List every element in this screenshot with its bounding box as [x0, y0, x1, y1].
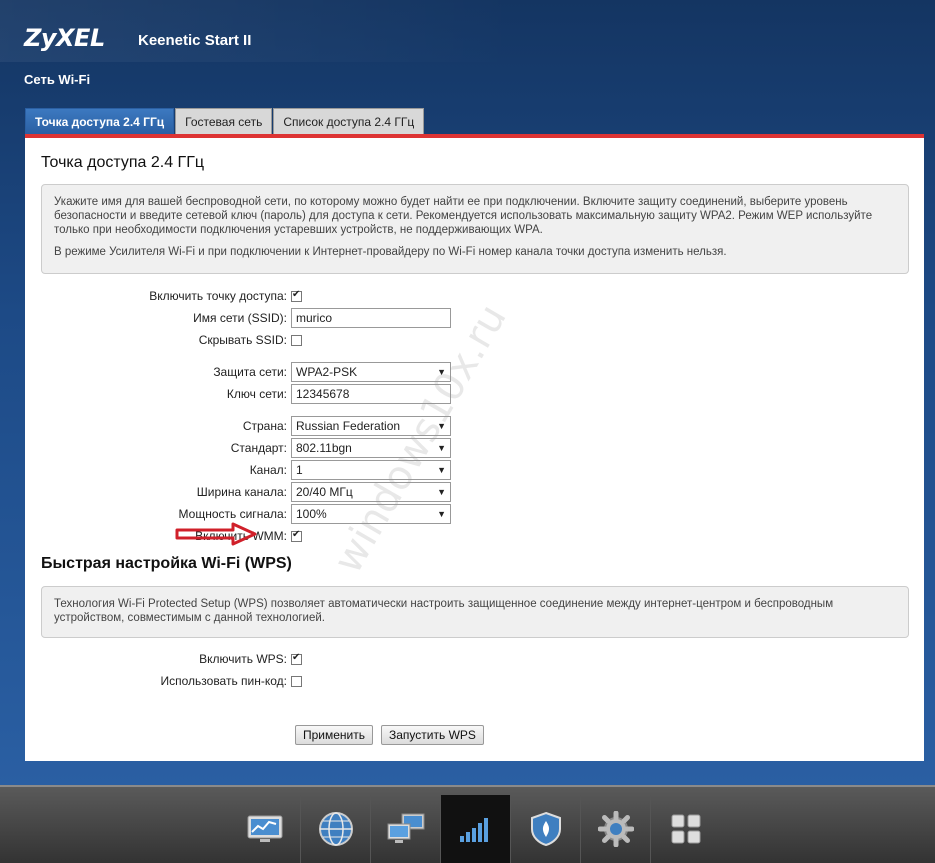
info-box: Укажите имя для вашей беспроводной сети,… [41, 184, 909, 274]
globe-icon [318, 812, 353, 846]
monitor-chart-icon [247, 815, 283, 842]
wps-info-text: Технология Wi-Fi Protected Setup (WPS) п… [54, 598, 834, 624]
row-country: Страна: Russian Federation ▼ [25, 416, 451, 436]
security-label: Защита сети: [213, 365, 287, 379]
panel-title: Точка доступа 2.4 ГГц [41, 154, 205, 171]
channel-value: 1 [296, 463, 303, 477]
enable-ap-label: Включить точку доступа: [149, 289, 287, 303]
key-label: Ключ сети: [226, 387, 287, 401]
row-ssid: Имя сети (SSID): [25, 308, 451, 328]
red-arrow-icon [175, 522, 257, 546]
enable-ap-checkbox[interactable] [291, 289, 302, 302]
channel-width-label: Ширина канала: [196, 485, 287, 499]
info-text-2: В режиме Усилителя Wi-Fi и при подключен… [54, 246, 727, 258]
ssid-label: Имя сети (SSID): [193, 311, 287, 325]
start-wps-button[interactable]: Запустить WPS [381, 725, 484, 745]
info-text-1: Укажите имя для вашей беспроводной сети,… [54, 196, 873, 236]
tab-bar: Точка доступа 2.4 ГГц Гостевая сеть Спис… [25, 108, 425, 134]
settings-panel: Точка доступа 2.4 ГГц Укажите имя для ва… [25, 138, 924, 761]
nav-system[interactable] [580, 795, 650, 863]
nav-wifi[interactable] [440, 795, 510, 863]
channel-label: Канал: [249, 463, 287, 477]
standard-label: Стандарт: [230, 441, 287, 455]
shield-icon [530, 811, 561, 847]
wps-title: Быстрая настройка Wi-Fi (WPS) [41, 555, 292, 572]
tab-guest-network[interactable]: Гостевая сеть [175, 108, 273, 134]
model-name: Keenetic Start II [138, 32, 252, 49]
pin-code-checkbox[interactable] [291, 675, 302, 687]
nav-security[interactable] [510, 795, 580, 863]
country-label: Страна: [242, 419, 287, 433]
signal-power-label: Мощность сигнала: [178, 507, 287, 521]
standard-value: 802.11bgn [296, 441, 352, 455]
brand-logo: ZyXEL [24, 24, 105, 52]
nav-monitor[interactable] [230, 795, 300, 863]
ssid-input[interactable] [291, 308, 451, 328]
bottom-nav-bar [0, 785, 935, 863]
wps-info-box: Технология Wi-Fi Protected Setup (WPS) п… [41, 586, 909, 638]
wifi-signal-bars-icon [459, 818, 488, 842]
nav-home-network[interactable] [370, 795, 440, 863]
channel-width-value: 20/40 МГц [296, 485, 353, 499]
network-computers-icon [387, 813, 424, 843]
row-hide-ssid: Скрывать SSID: [25, 330, 302, 350]
security-value: WPA2-PSK [296, 365, 358, 379]
dropdown-arrow-icon: ▼ [437, 465, 446, 475]
section-title: Сеть Wi-Fi [24, 72, 91, 87]
row-enable-wps: Включить WPS: [25, 649, 302, 669]
row-security: Защита сети: WPA2-PSK ▼ [25, 362, 451, 382]
row-network-key: Ключ сети: [25, 384, 451, 404]
hide-ssid-checkbox[interactable] [291, 334, 302, 346]
hide-ssid-label: Скрывать SSID: [198, 333, 287, 347]
dropdown-arrow-icon: ▼ [437, 509, 446, 519]
dropdown-arrow-icon: ▼ [437, 487, 446, 497]
tab-access-list-24[interactable]: Список доступа 2.4 ГГц [273, 108, 425, 134]
country-value: Russian Federation [296, 419, 401, 433]
row-wmm: Включить WMM: [25, 526, 302, 546]
grid-apps-icon [671, 814, 700, 844]
apply-button[interactable]: Применить [295, 725, 374, 745]
signal-power-value: 100% [296, 507, 327, 521]
enable-wps-checkbox[interactable] [291, 652, 302, 665]
tab-access-point-24[interactable]: Точка доступа 2.4 ГГц [25, 108, 175, 134]
row-enable-ap: Включить точку доступа: [25, 286, 302, 306]
gear-icon [597, 811, 634, 847]
pin-code-label: Использовать пин-код: [160, 674, 287, 688]
row-pin-code: Использовать пин-код: [25, 671, 302, 691]
nav-internet[interactable] [300, 795, 370, 863]
nav-apps[interactable] [650, 795, 720, 863]
wmm-checkbox[interactable] [291, 529, 302, 542]
enable-wps-label: Включить WPS: [199, 652, 287, 666]
